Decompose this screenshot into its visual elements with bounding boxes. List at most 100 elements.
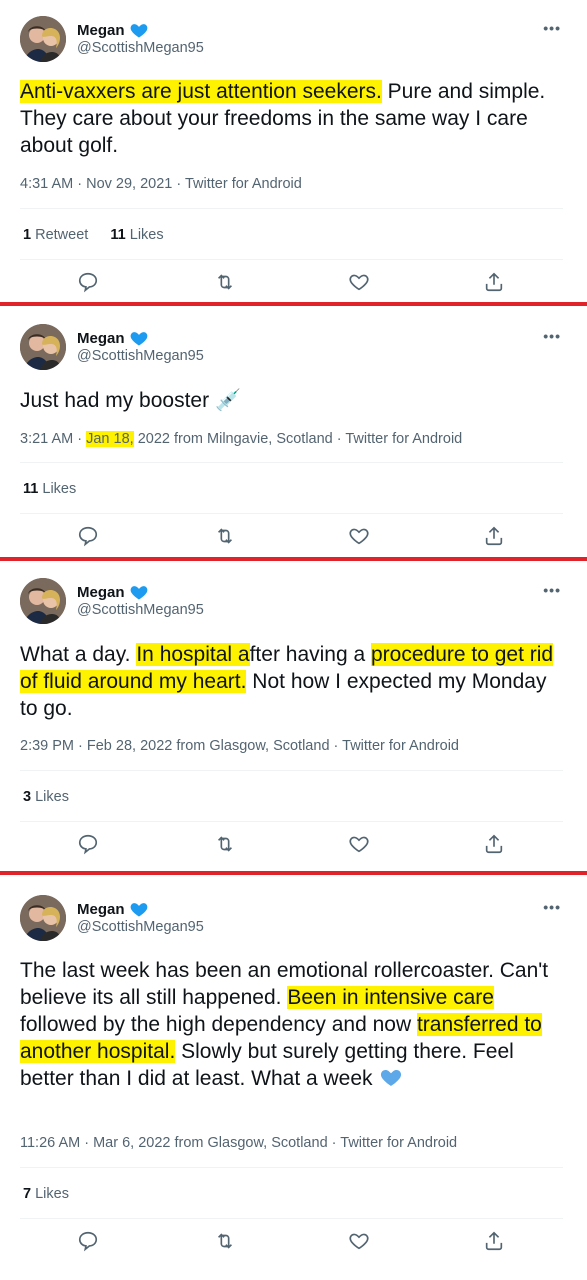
- avatar-photo-icon: [20, 324, 66, 370]
- tweet-stats: 7 Likes: [23, 1186, 69, 1202]
- tweet-stats: 1 Retweet 11 Likes: [23, 227, 164, 243]
- likes-count-link[interactable]: 11 Likes: [23, 481, 76, 497]
- share-icon: [485, 1231, 503, 1251]
- blue-heart-icon: [381, 1070, 402, 1086]
- avatar-photo-icon: [20, 578, 66, 624]
- tweet-time[interactable]: 4:31 AM: [20, 176, 73, 192]
- action-bar: [0, 1230, 587, 1258]
- reply-button[interactable]: [77, 271, 101, 295]
- verified-icon: [129, 20, 149, 40]
- tweet-source[interactable]: Twitter for Android: [185, 176, 302, 192]
- tweet-source[interactable]: Twitter for Android: [342, 738, 459, 754]
- tweet-text: Just had my booster 💉: [20, 389, 242, 412]
- reply-button[interactable]: [77, 833, 101, 857]
- avatar-photo-icon: [20, 16, 66, 62]
- share-icon: [485, 272, 503, 292]
- tweet-time[interactable]: 2:39 PM: [20, 738, 74, 754]
- like-button[interactable]: [348, 525, 372, 549]
- tweet-meta: 2:39 PM · Feb 28, 2022 from Glasgow, Sco…: [20, 738, 459, 754]
- retweet-button[interactable]: [214, 525, 238, 549]
- tweet-text: What a day. In hospital after having a p…: [20, 643, 554, 720]
- retweet-icon: [217, 836, 233, 852]
- divider: [20, 770, 563, 771]
- display-name-label: Megan: [77, 329, 125, 347]
- highlighted-text: Been in intensive care: [287, 986, 494, 1009]
- likes-count-link[interactable]: 11 Likes: [110, 227, 163, 243]
- share-button[interactable]: [483, 1230, 507, 1254]
- tweet-3[interactable]: Megan @ScottishMegan95 ••• What a day. I…: [0, 561, 587, 871]
- display-name[interactable]: Megan: [77, 20, 149, 40]
- display-name[interactable]: Megan: [77, 899, 149, 919]
- divider: [20, 1218, 563, 1219]
- tweet-meta: 11:26 AM · Mar 6, 2022 from Glasgow, Sco…: [20, 1135, 458, 1151]
- share-button[interactable]: [483, 271, 507, 295]
- tweet-date[interactable]: Jan 18,: [86, 431, 134, 447]
- avatar[interactable]: [20, 895, 66, 941]
- tweet-time[interactable]: 11:26 AM: [20, 1135, 80, 1151]
- verified-icon: [129, 582, 149, 602]
- action-bar: [0, 271, 587, 299]
- reply-button[interactable]: [77, 1230, 101, 1254]
- more-options-button[interactable]: •••: [543, 328, 561, 344]
- retweet-icon: [217, 528, 233, 544]
- like-button[interactable]: [348, 1230, 372, 1254]
- like-button[interactable]: [348, 833, 372, 857]
- display-name[interactable]: Megan: [77, 328, 149, 348]
- handle[interactable]: @ScottishMegan95: [77, 602, 204, 618]
- divider: [20, 513, 563, 514]
- tweet-source[interactable]: Twitter for Android: [340, 1135, 457, 1151]
- retweet-count-link[interactable]: 1 Retweet: [23, 227, 88, 243]
- tweet-4[interactable]: Megan @ScottishMegan95 ••• The last week…: [0, 875, 587, 1280]
- divider: [20, 259, 563, 260]
- verified-icon: [129, 899, 149, 919]
- tweet-text: Anti-vaxxers are just attention seekers.…: [20, 80, 546, 157]
- avatar[interactable]: [20, 16, 66, 62]
- tweet-source[interactable]: Twitter for Android: [345, 431, 462, 447]
- avatar[interactable]: [20, 578, 66, 624]
- display-name[interactable]: Megan: [77, 582, 149, 602]
- like-icon: [349, 836, 369, 853]
- retweet-icon: [217, 1233, 233, 1249]
- tweet-2[interactable]: Megan @ScottishMegan95 ••• Just had my b…: [0, 306, 587, 557]
- divider: [20, 1167, 563, 1168]
- likes-count-link[interactable]: 3 Likes: [23, 789, 69, 805]
- highlighted-text: In hospital a: [136, 643, 250, 666]
- reply-button[interactable]: [77, 525, 101, 549]
- tweet-date[interactable]: Mar 6, 2022 from Glasgow, Scotland: [93, 1135, 328, 1151]
- highlighted-text: Anti-vaxxers are just attention seekers.: [20, 80, 382, 103]
- tweet-date[interactable]: Nov 29, 2021: [86, 176, 172, 192]
- more-options-button[interactable]: •••: [543, 20, 561, 36]
- like-button[interactable]: [348, 271, 372, 295]
- reply-icon: [78, 1231, 98, 1252]
- tweet-stats: 3 Likes: [23, 789, 69, 805]
- tweet-text: The last week has been an emotional roll…: [20, 959, 549, 1090]
- more-options-button[interactable]: •••: [543, 899, 561, 915]
- retweet-button[interactable]: [214, 271, 238, 295]
- retweet-button[interactable]: [214, 833, 238, 857]
- tweet-1[interactable]: Megan @ScottishMegan95 ••• Anti-vaxxers …: [0, 0, 587, 302]
- display-name-label: Megan: [77, 583, 125, 601]
- divider: [20, 208, 563, 209]
- display-name-label: Megan: [77, 900, 125, 918]
- like-icon: [349, 274, 369, 291]
- tweet-meta: 4:31 AM · Nov 29, 2021 · Twitter for And…: [20, 176, 302, 192]
- share-button[interactable]: [483, 833, 507, 857]
- retweet-button[interactable]: [214, 1230, 238, 1254]
- divider: [20, 462, 563, 463]
- tweet-stats: 11 Likes: [23, 481, 76, 497]
- tweet-time[interactable]: 3:21 AM: [20, 431, 73, 447]
- tweet-date[interactable]: Feb 28, 2022 from Glasgow, Scotland: [87, 738, 330, 754]
- handle[interactable]: @ScottishMegan95: [77, 40, 204, 56]
- action-bar: [0, 525, 587, 553]
- syringe-emoji: 💉: [214, 389, 242, 412]
- action-bar: [0, 833, 587, 861]
- more-options-button[interactable]: •••: [543, 582, 561, 598]
- like-icon: [349, 528, 369, 545]
- likes-count-link[interactable]: 7 Likes: [23, 1186, 69, 1202]
- share-button[interactable]: [483, 525, 507, 549]
- share-icon: [485, 526, 503, 546]
- handle[interactable]: @ScottishMegan95: [77, 919, 204, 935]
- verified-icon: [129, 328, 149, 348]
- handle[interactable]: @ScottishMegan95: [77, 348, 204, 364]
- avatar[interactable]: [20, 324, 66, 370]
